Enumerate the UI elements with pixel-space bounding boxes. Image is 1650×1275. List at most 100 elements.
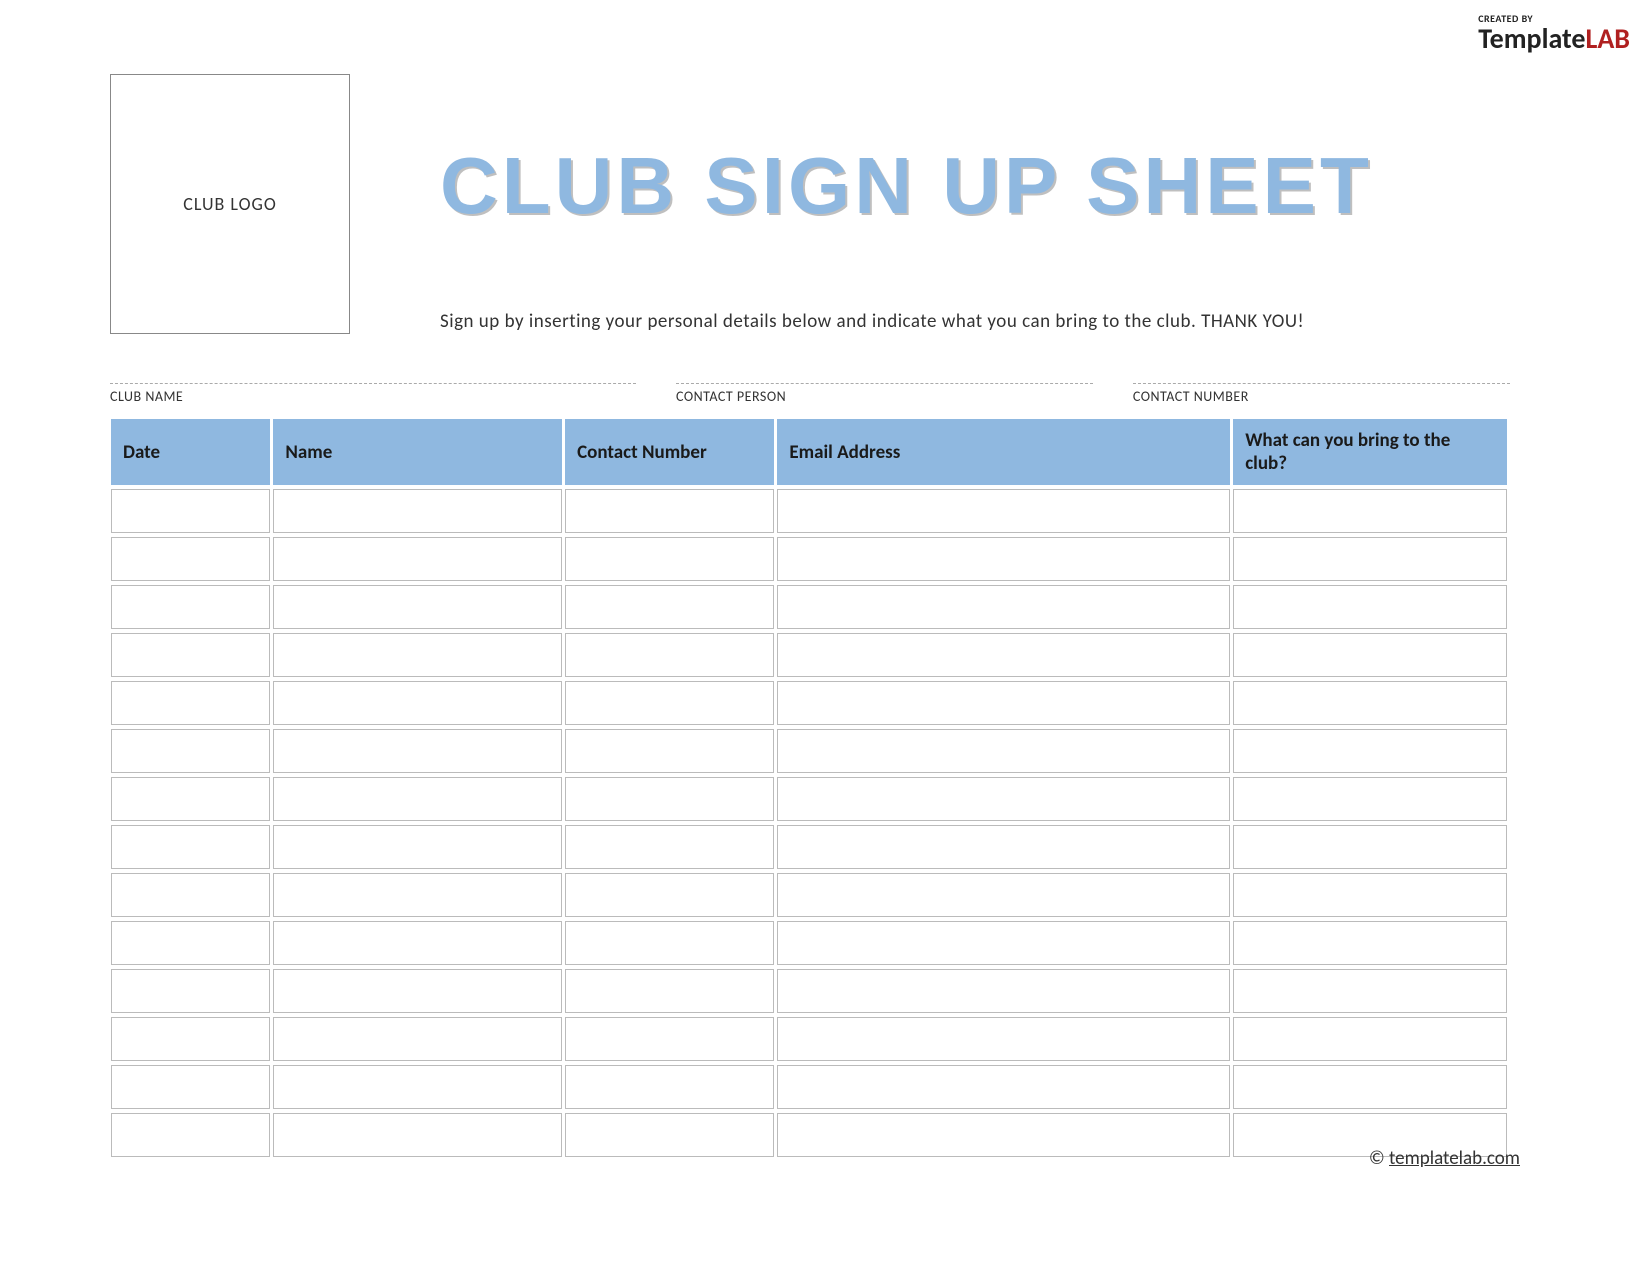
- contact-number-line[interactable]: [1133, 372, 1510, 384]
- table-row: [111, 489, 1507, 533]
- cell-name[interactable]: [273, 873, 562, 917]
- cell-date[interactable]: [111, 873, 270, 917]
- cell-name[interactable]: [273, 681, 562, 725]
- contact-number-field: CONTACT NUMBER: [1133, 372, 1510, 405]
- cell-contact[interactable]: [565, 969, 774, 1013]
- cell-date[interactable]: [111, 489, 270, 533]
- table-row: [111, 681, 1507, 725]
- cell-contact[interactable]: [565, 1065, 774, 1109]
- table-row: [111, 537, 1507, 581]
- table-row: [111, 1065, 1507, 1109]
- cell-bring[interactable]: [1233, 729, 1507, 773]
- cell-name[interactable]: [273, 1113, 562, 1157]
- cell-date[interactable]: [111, 1113, 270, 1157]
- subtitle: Sign up by inserting your personal detai…: [440, 310, 1304, 333]
- cell-contact[interactable]: [565, 585, 774, 629]
- cell-email[interactable]: [777, 777, 1230, 821]
- cell-bring[interactable]: [1233, 921, 1507, 965]
- cell-date[interactable]: [111, 969, 270, 1013]
- cell-email[interactable]: [777, 1017, 1230, 1061]
- header-bring: What can you bring to the club?: [1233, 419, 1507, 485]
- cell-contact[interactable]: [565, 1113, 774, 1157]
- club-name-line[interactable]: [110, 372, 636, 384]
- cell-contact[interactable]: [565, 873, 774, 917]
- cell-date[interactable]: [111, 681, 270, 725]
- cell-email[interactable]: [777, 681, 1230, 725]
- cell-contact[interactable]: [565, 1017, 774, 1061]
- table-row: [111, 825, 1507, 869]
- cell-email[interactable]: [777, 873, 1230, 917]
- cell-contact[interactable]: [565, 489, 774, 533]
- cell-email[interactable]: [777, 489, 1230, 533]
- cell-email[interactable]: [777, 633, 1230, 677]
- cell-date[interactable]: [111, 537, 270, 581]
- footer-link[interactable]: templatelab.com: [1389, 1147, 1520, 1170]
- cell-bring[interactable]: [1233, 1017, 1507, 1061]
- cell-name[interactable]: [273, 585, 562, 629]
- cell-contact[interactable]: [565, 825, 774, 869]
- cell-date[interactable]: [111, 921, 270, 965]
- cell-email[interactable]: [777, 1113, 1230, 1157]
- cell-date[interactable]: [111, 1065, 270, 1109]
- cell-name[interactable]: [273, 537, 562, 581]
- table-row: [111, 633, 1507, 677]
- contact-person-label: CONTACT PERSON: [676, 388, 1093, 405]
- club-logo-text: CLUB LOGO: [183, 193, 277, 215]
- cell-bring[interactable]: [1233, 489, 1507, 533]
- cell-email[interactable]: [777, 969, 1230, 1013]
- cell-contact[interactable]: [565, 681, 774, 725]
- cell-bring[interactable]: [1233, 825, 1507, 869]
- cell-name[interactable]: [273, 969, 562, 1013]
- contact-number-label: CONTACT NUMBER: [1133, 388, 1510, 405]
- cell-name[interactable]: [273, 1065, 562, 1109]
- cell-bring[interactable]: [1233, 777, 1507, 821]
- cell-name[interactable]: [273, 633, 562, 677]
- cell-bring[interactable]: [1233, 633, 1507, 677]
- cell-bring[interactable]: [1233, 681, 1507, 725]
- cell-contact[interactable]: [565, 777, 774, 821]
- cell-email[interactable]: [777, 729, 1230, 773]
- cell-bring[interactable]: [1233, 1065, 1507, 1109]
- cell-date[interactable]: [111, 1017, 270, 1061]
- cell-date[interactable]: [111, 633, 270, 677]
- cell-contact[interactable]: [565, 537, 774, 581]
- table-row: [111, 1017, 1507, 1061]
- cell-name[interactable]: [273, 489, 562, 533]
- brand-logo: CREATED BY TemplateLAB: [1478, 12, 1630, 53]
- table-row: [111, 873, 1507, 917]
- cell-name[interactable]: [273, 1017, 562, 1061]
- cell-name[interactable]: [273, 777, 562, 821]
- header-date: Date: [111, 419, 270, 485]
- cell-contact[interactable]: [565, 633, 774, 677]
- cell-name[interactable]: [273, 921, 562, 965]
- header-contact-number: Contact Number: [565, 419, 774, 485]
- cell-bring[interactable]: [1233, 873, 1507, 917]
- header-email: Email Address: [777, 419, 1230, 485]
- club-name-label: CLUB NAME: [110, 388, 636, 405]
- cell-bring[interactable]: [1233, 969, 1507, 1013]
- cell-date[interactable]: [111, 585, 270, 629]
- signup-table: Date Name Contact Number Email Address W…: [108, 415, 1510, 1161]
- cell-contact[interactable]: [565, 921, 774, 965]
- cell-bring[interactable]: [1233, 585, 1507, 629]
- brand-name-part1: Template: [1478, 21, 1585, 56]
- footer: © templatelab.com: [1369, 1147, 1520, 1170]
- cell-email[interactable]: [777, 537, 1230, 581]
- cell-date[interactable]: [111, 729, 270, 773]
- cell-contact[interactable]: [565, 729, 774, 773]
- cell-date[interactable]: [111, 825, 270, 869]
- cell-name[interactable]: [273, 729, 562, 773]
- club-logo-placeholder: CLUB LOGO: [110, 74, 350, 334]
- cell-email[interactable]: [777, 825, 1230, 869]
- cell-email[interactable]: [777, 1065, 1230, 1109]
- cell-date[interactable]: [111, 777, 270, 821]
- table-row: [111, 777, 1507, 821]
- table-row: [111, 729, 1507, 773]
- info-fields-row: CLUB NAME CONTACT PERSON CONTACT NUMBER: [110, 372, 1510, 405]
- table-header-row: Date Name Contact Number Email Address W…: [111, 419, 1507, 485]
- cell-bring[interactable]: [1233, 537, 1507, 581]
- cell-email[interactable]: [777, 921, 1230, 965]
- contact-person-line[interactable]: [676, 372, 1093, 384]
- cell-email[interactable]: [777, 585, 1230, 629]
- cell-name[interactable]: [273, 825, 562, 869]
